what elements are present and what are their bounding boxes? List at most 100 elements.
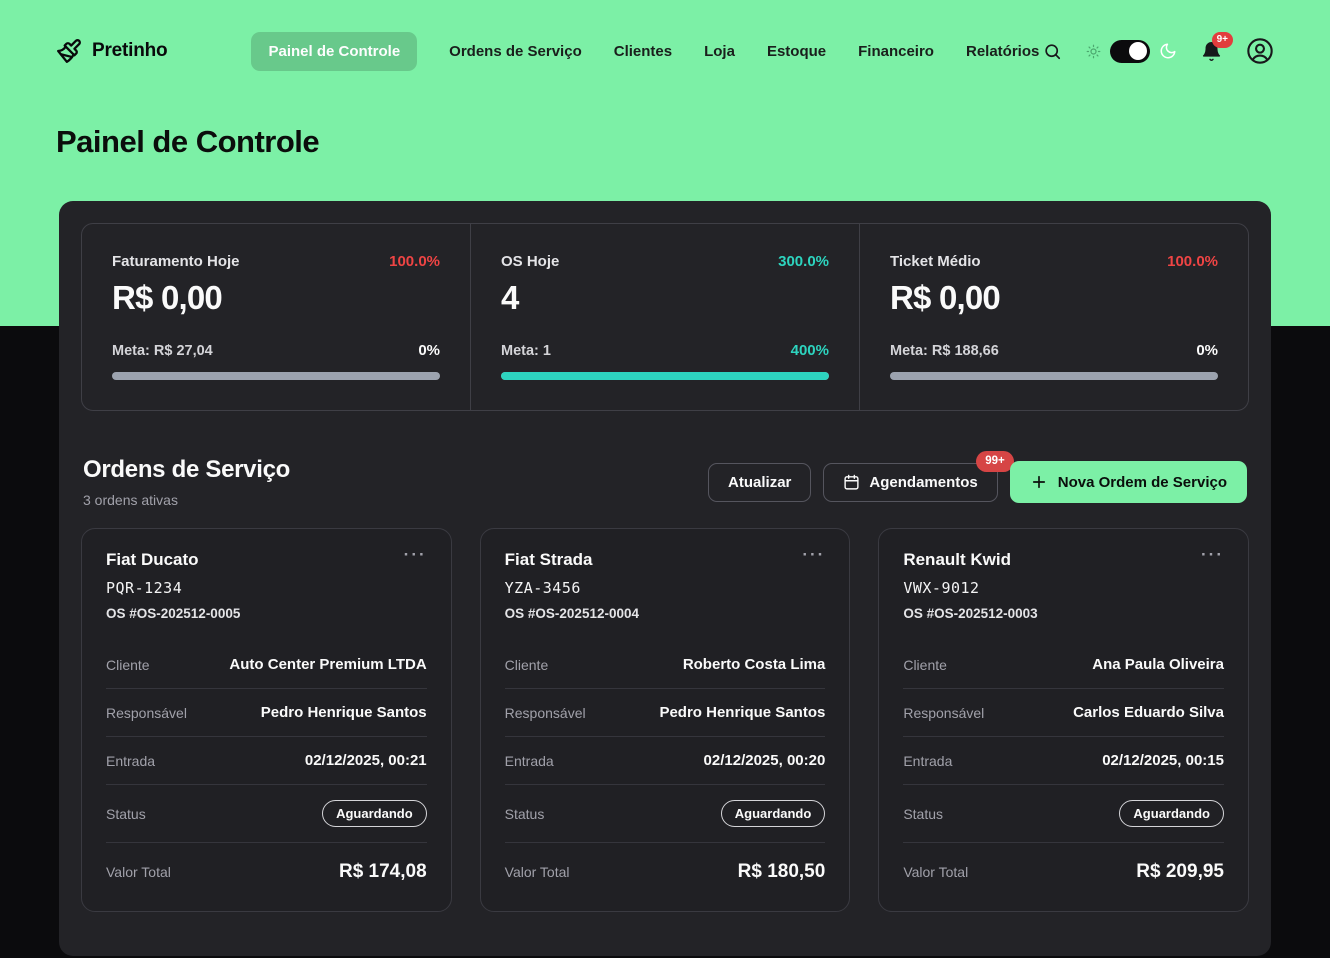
theme-toggle-knob <box>1129 42 1147 60</box>
entry-row: Entrada 02/12/2025, 00:15 <box>903 737 1224 785</box>
entry-row: Entrada 02/12/2025, 00:20 <box>505 737 826 785</box>
entry-value: 02/12/2025, 00:21 <box>305 752 427 769</box>
stat-delta: 100.0% <box>389 253 440 270</box>
row-label: Cliente <box>903 657 947 673</box>
new-order-button[interactable]: Nova Ordem de Serviço <box>1010 461 1247 503</box>
entry-value: 02/12/2025, 00:15 <box>1102 752 1224 769</box>
license-plate: PQR-1234 <box>106 579 427 597</box>
stat-meta: Meta: R$ 188,66 <box>890 343 999 359</box>
status-row: Status Aguardando <box>505 785 826 843</box>
stat-meta-percent: 0% <box>1196 342 1218 359</box>
license-plate: VWX-9012 <box>903 579 1224 597</box>
new-order-button-label: Nova Ordem de Serviço <box>1058 474 1227 491</box>
total-value: R$ 180,50 <box>738 861 826 883</box>
refresh-button[interactable]: Atualizar <box>708 463 811 502</box>
row-label: Valor Total <box>903 864 968 880</box>
stat-delta: 300.0% <box>778 253 829 270</box>
calendar-icon <box>843 474 860 491</box>
theme-toggle[interactable] <box>1110 40 1150 63</box>
orders-subtitle: 3 ordens ativas <box>83 492 290 508</box>
schedules-button[interactable]: Agendamentos 99+ <box>823 463 997 502</box>
total-row: Valor Total R$ 180,50 <box>505 843 826 901</box>
nav-item-ordens-de-servico[interactable]: Ordens de Serviço <box>449 43 582 60</box>
vehicle-name: Fiat Strada <box>505 550 593 570</box>
refresh-button-label: Atualizar <box>728 474 791 491</box>
responsible-row: Responsável Carlos Eduardo Silva <box>903 689 1224 737</box>
row-label: Cliente <box>106 657 150 673</box>
card-menu-icon[interactable]: ··· <box>1201 550 1224 560</box>
row-label: Status <box>903 806 943 822</box>
stat-ticket-medio: Ticket Médio 100.0% R$ 0,00 Meta: R$ 188… <box>859 224 1248 410</box>
orders-title: Ordens de Serviço <box>83 456 290 484</box>
nav-item-financeiro[interactable]: Financeiro <box>858 43 934 60</box>
stat-value: R$ 0,00 <box>112 279 440 317</box>
stat-meta: Meta: R$ 27,04 <box>112 343 213 359</box>
stat-label: Ticket Médio <box>890 253 981 270</box>
card-menu-icon[interactable]: ··· <box>802 550 825 560</box>
progress-bar <box>112 372 440 380</box>
bell-icon[interactable]: 9+ <box>1201 41 1222 62</box>
license-plate: YZA-3456 <box>505 579 826 597</box>
client-row: Cliente Auto Center Premium LTDA <box>106 641 427 689</box>
total-value: R$ 174,08 <box>339 861 427 883</box>
order-card: Fiat Strada ··· YZA-3456 OS #OS-202512-0… <box>480 528 851 912</box>
schedules-button-label: Agendamentos <box>869 474 977 491</box>
nav-item-painel-de-controle[interactable]: Painel de Controle <box>251 32 417 71</box>
nav-item-clientes[interactable]: Clientes <box>614 43 672 60</box>
nav-right-actions: 9+ <box>1043 37 1274 65</box>
nav-item-estoque[interactable]: Estoque <box>767 43 826 60</box>
responsible-value: Carlos Eduardo Silva <box>1073 704 1224 721</box>
row-label: Status <box>505 806 545 822</box>
row-label: Valor Total <box>106 864 171 880</box>
moon-icon <box>1159 42 1177 60</box>
stat-meta-percent: 400% <box>791 342 829 359</box>
row-label: Status <box>106 806 146 822</box>
page-title: Painel de Controle <box>56 124 1274 160</box>
stats-row: Faturamento Hoje 100.0% R$ 0,00 Meta: R$… <box>81 223 1249 411</box>
entry-row: Entrada 02/12/2025, 00:21 <box>106 737 427 785</box>
nav-item-relatorios[interactable]: Relatórios <box>966 43 1039 60</box>
notification-badge: 9+ <box>1212 32 1233 48</box>
row-label: Responsável <box>903 705 984 721</box>
row-label: Responsável <box>106 705 187 721</box>
paintbrush-icon <box>56 38 82 64</box>
brand-logo[interactable]: Pretinho <box>56 38 167 64</box>
total-row: Valor Total R$ 209,95 <box>903 843 1224 901</box>
dashboard-panel: Faturamento Hoje 100.0% R$ 0,00 Meta: R$… <box>59 201 1271 956</box>
brand-name: Pretinho <box>92 40 167 62</box>
client-row: Cliente Roberto Costa Lima <box>505 641 826 689</box>
stat-label: Faturamento Hoje <box>112 253 240 270</box>
stat-meta: Meta: 1 <box>501 343 551 359</box>
nav-item-loja[interactable]: Loja <box>704 43 735 60</box>
stat-label: OS Hoje <box>501 253 559 270</box>
avatar-icon[interactable] <box>1246 37 1274 65</box>
stat-delta: 100.0% <box>1167 253 1218 270</box>
client-value: Auto Center Premium LTDA <box>229 656 426 673</box>
stat-faturamento-hoje: Faturamento Hoje 100.0% R$ 0,00 Meta: R$… <box>82 224 470 410</box>
theme-switcher <box>1086 40 1177 63</box>
responsible-row: Responsável Pedro Henrique Santos <box>106 689 427 737</box>
stat-meta-percent: 0% <box>418 342 440 359</box>
os-number: OS #OS-202512-0005 <box>106 606 427 621</box>
order-cards: Fiat Ducato ··· PQR-1234 OS #OS-202512-0… <box>81 528 1249 912</box>
orders-section-header: Ordens de Serviço 3 ordens ativas Atuali… <box>83 456 1247 508</box>
search-icon[interactable] <box>1043 42 1062 61</box>
row-label: Entrada <box>106 753 155 769</box>
stat-value: R$ 0,00 <box>890 279 1218 317</box>
status-row: Status Aguardando <box>106 785 427 843</box>
status-badge: Aguardando <box>322 800 427 827</box>
stat-value: 4 <box>501 279 829 317</box>
entry-value: 02/12/2025, 00:20 <box>704 752 826 769</box>
row-label: Entrada <box>505 753 554 769</box>
client-row: Cliente Ana Paula Oliveira <box>903 641 1224 689</box>
responsible-row: Responsável Pedro Henrique Santos <box>505 689 826 737</box>
row-label: Cliente <box>505 657 549 673</box>
card-menu-icon[interactable]: ··· <box>404 550 427 560</box>
responsible-value: Pedro Henrique Santos <box>261 704 427 721</box>
row-label: Responsável <box>505 705 586 721</box>
client-value: Ana Paula Oliveira <box>1092 656 1224 673</box>
status-row: Status Aguardando <box>903 785 1224 843</box>
status-badge: Aguardando <box>721 800 826 827</box>
row-label: Entrada <box>903 753 952 769</box>
stat-os-hoje: OS Hoje 300.0% 4 Meta: 1 400% <box>470 224 859 410</box>
